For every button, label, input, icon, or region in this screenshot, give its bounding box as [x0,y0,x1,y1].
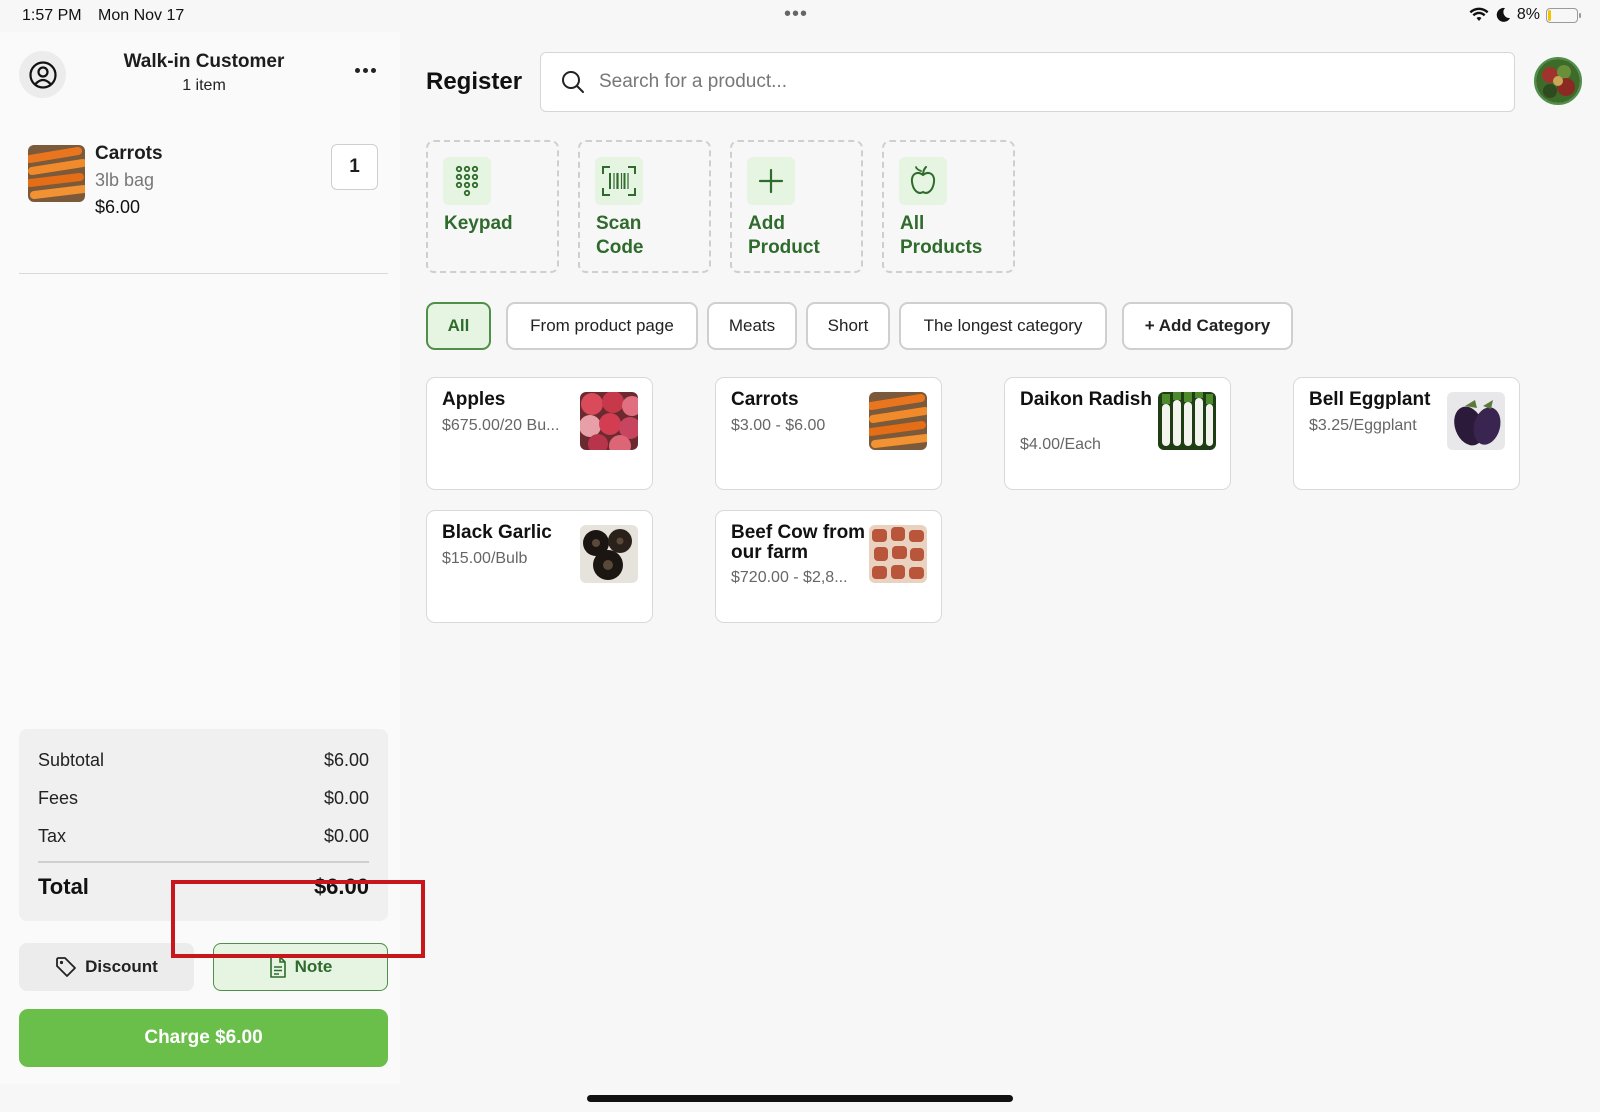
daikon-image [1158,392,1216,450]
tax-label: Tax [38,826,67,846]
tax-value: $0.00 [323,826,369,846]
battery-percent: 8% [1516,6,1540,23]
discount-button[interactable]: Discount [19,943,194,991]
cart-item-price: $6.00 [95,197,141,217]
moon-icon [1496,7,1510,22]
product-price: $3.25/Eggplant [1309,417,1417,434]
subtotal-label: Subtotal [38,750,105,770]
barcode-scan-icon [595,157,643,205]
totals-divider [38,861,369,863]
scan-code-label: Scan Code [596,212,706,260]
category-chip-meats[interactable]: Meats [707,302,797,350]
product-name: Beef Cow from our farm [731,522,866,563]
carrots-thumbnail [28,145,85,202]
search-input[interactable] [599,71,1479,93]
note-label: Note [294,957,333,976]
product-search-bar[interactable] [540,52,1515,112]
product-card-bell-eggplant[interactable]: Bell Eggplant $3.25/Eggplant [1293,377,1520,490]
cart-item-count: 1 item [182,77,226,94]
apples-image [580,392,638,450]
product-card-daikon-radish[interactable]: Daikon Radish $4.00/Each [1004,377,1231,490]
fees-row: Fees $0.00 [38,788,369,809]
keypad-label-line1: Keypad [444,213,513,234]
charge-button[interactable]: Charge $6.00 [19,1009,388,1067]
add-product-tile[interactable]: Add Product [730,140,863,273]
fees-value: $0.00 [323,788,369,808]
status-date: Mon Nov 17 [98,7,185,24]
status-time: 1:57 PM [22,7,82,24]
category-chip-longest[interactable]: The longest category [899,302,1107,350]
subtotal-value: $6.00 [323,750,369,770]
product-name: Daikon Radish [1020,389,1152,410]
product-card-apples[interactable]: Apples $675.00/20 Bu... [426,377,653,490]
product-price: $675.00/20 Bu... [442,417,560,434]
more-options-icon[interactable] [348,58,382,82]
profile-avatar[interactable] [1534,57,1582,105]
add-product-label-line1: Add [748,213,785,234]
product-name: Bell Eggplant [1309,389,1431,410]
status-icons: 8% [1469,6,1581,24]
wifi-icon [1469,7,1489,21]
add-product-label-line2: Product [748,237,820,258]
battery-icon [1546,7,1581,23]
fees-label: Fees [38,788,79,808]
cart-line-item[interactable]: Carrots 3lb bag $6.00 1 [19,132,388,274]
product-card-black-garlic[interactable]: Black Garlic $15.00/Bulb [426,510,653,623]
total-label: Total [38,874,89,899]
home-indicator[interactable] [587,1095,1013,1102]
beef-image [869,525,927,583]
product-card-carrots[interactable]: Carrots $3.00 - $6.00 [715,377,942,490]
highlight-annotation [171,880,425,958]
quantity-field[interactable]: 1 [331,144,378,190]
product-price: $3.00 - $6.00 [731,417,826,434]
add-product-label: Add Product [748,212,858,260]
all-products-label-line2: Products [900,237,983,258]
plus-icon [747,157,795,205]
category-chip-short[interactable]: Short [806,302,890,350]
add-category-button[interactable]: + Add Category [1122,302,1293,350]
black-garlic-image [580,525,638,583]
scan-code-label-line1: Scan [596,213,642,234]
product-price: $15.00/Bulb [442,550,528,567]
document-icon [269,956,286,978]
eggplant-image [1447,392,1505,450]
all-products-label-line1: All [900,213,925,234]
product-card-beef-cow[interactable]: Beef Cow from our farm $720.00 - $2,8... [715,510,942,623]
product-price: $720.00 - $2,8... [731,569,848,586]
scan-code-tile[interactable]: Scan Code [578,140,711,273]
all-products-tile[interactable]: All Products [882,140,1015,273]
all-products-label: All Products [900,212,1010,260]
multitasking-dots-icon[interactable]: ••• [784,3,808,26]
tax-row: Tax $0.00 [38,826,369,847]
scan-code-label-line2: Code [596,237,644,258]
tag-icon [56,957,77,977]
search-icon [562,71,584,93]
page-title: Register [426,68,523,95]
category-chip-from-product-page[interactable]: From product page [506,302,698,350]
carrots-image [869,392,927,450]
product-name: Apples [442,389,506,410]
keypad-tile[interactable]: Keypad [426,140,559,273]
subtotal-row: Subtotal $6.00 [38,750,369,771]
discount-label: Discount [85,957,158,976]
product-name: Black Garlic [442,522,552,543]
category-chip-all[interactable]: All [426,302,491,350]
product-name: Carrots [731,389,799,410]
customer-name[interactable]: Walk-in Customer [0,51,408,73]
apple-icon [899,157,947,205]
cart-item-variant: 3lb bag [95,170,155,190]
status-bar: 1:57 PM Mon Nov 17 ••• 8% [0,0,1600,32]
keypad-label: Keypad [444,212,554,236]
keypad-icon [443,157,491,205]
product-price: $4.00/Each [1020,436,1101,453]
cart-item-name: Carrots [95,143,163,164]
